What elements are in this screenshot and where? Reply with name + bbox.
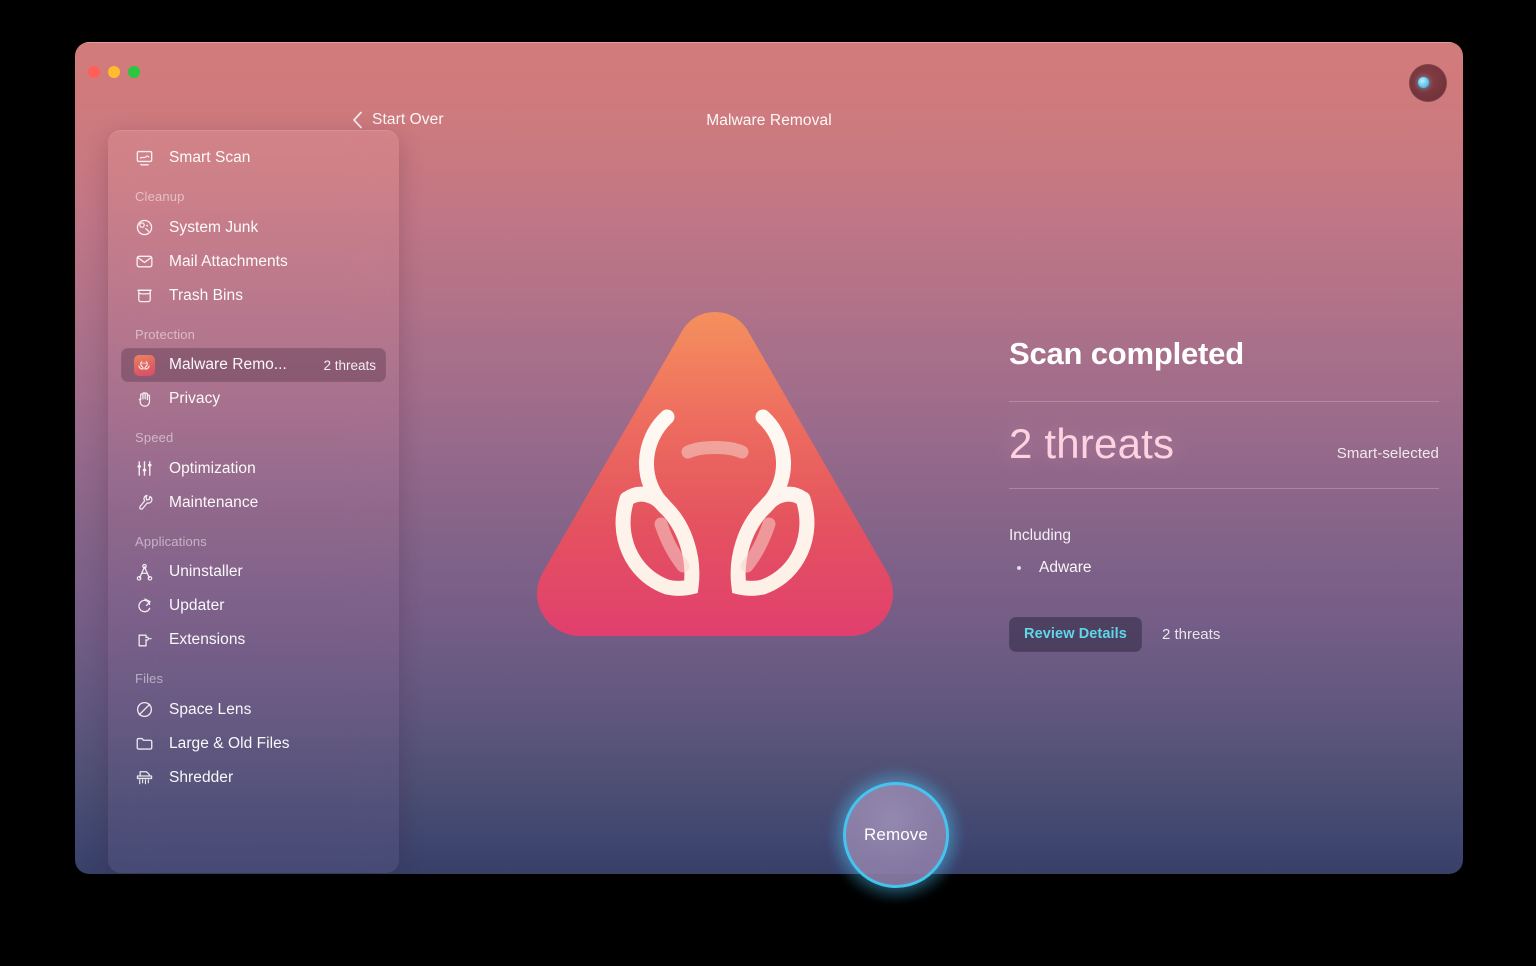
sidebar-item-large-and-old-files[interactable]: Large & Old Files [121,727,386,761]
remove-button[interactable]: Remove [843,782,949,888]
sidebar-item-privacy[interactable]: Privacy [121,382,386,416]
scan-status-title: Scan completed [1009,336,1244,371]
sidebar-group-files-label: Files [135,671,164,687]
review-details-button[interactable]: Review Details [1009,617,1142,653]
sidebar-item-label: Malware Remo... [169,356,287,374]
sidebar-item-label: Updater [169,597,225,615]
extensions-puzzle-icon [133,629,155,651]
space-lens-icon [133,699,155,721]
including-label: Including [1009,527,1072,545]
optimization-sliders-icon [133,458,155,480]
shredder-icon [133,767,155,789]
sidebar-item-label: System Junk [169,218,259,236]
mail-attachments-icon [133,251,155,273]
sidebar-item-updater[interactable]: Updater [121,589,386,623]
sidebar-item-uninstaller[interactable]: Uninstaller [121,555,386,589]
sidebar-item-label: Trash Bins [169,286,244,304]
uninstaller-icon [133,561,155,583]
threat-summary-row: 2 threats Smart-selected [1009,402,1439,488]
sidebar-group-protection-label: Protection [135,326,196,342]
close-window-button[interactable] [88,66,100,78]
sidebar-item-smart-scan[interactable]: Smart Scan [121,141,386,175]
threat-count: 2 threats [1009,420,1175,468]
biohazard-icon [133,354,155,376]
sidebar-item-trash-bins[interactable]: Trash Bins [121,279,386,313]
scan-result-panel: Scan completed 2 threats Smart-selected … [1009,336,1439,653]
system-junk-icon [133,217,155,239]
trash-bins-icon [133,285,155,307]
account-avatar-icon[interactable] [1409,64,1447,102]
sidebar-item-label: Mail Attachments [169,252,288,270]
sidebar-item-system-junk[interactable]: System Junk [121,211,386,245]
titlebar: Start Over Malware Removal [75,42,1463,129]
sidebar-item-label: Large & Old Files [169,734,290,752]
sidebar-item-label: Extensions [169,631,246,649]
sidebar-item-badge: 2 threats [323,357,376,373]
sidebar-item-space-lens[interactable]: Space Lens [121,693,386,727]
selection-mode-label: Smart-selected [1336,445,1439,463]
maximize-window-button[interactable] [128,66,140,78]
list-item: • Adware [1009,559,1439,577]
window-controls [88,66,140,78]
including-list: • Adware [1009,559,1439,577]
details-threat-count: 2 threats [1161,626,1221,644]
sidebar-item-label: Maintenance [169,493,259,511]
sidebar-item-label: Optimization [169,459,256,477]
account-status-dot [1418,77,1429,88]
sidebar-item-label: Smart Scan [169,149,251,166]
sidebar-item-label: Privacy [169,390,221,408]
sidebar-item-extensions[interactable]: Extensions [121,623,386,657]
smart-scan-icon [133,147,155,169]
app-window: Start Over Malware Removal Smart Scan Cl… [75,42,1463,874]
minimize-window-button[interactable] [108,66,120,78]
folder-icon [133,733,155,755]
sidebar-group-applications-label: Applications [135,533,207,549]
sidebar-group-speed-label: Speed [135,430,174,446]
remove-action-wrapper: Remove [827,766,965,904]
updater-refresh-icon [133,595,155,617]
divider-bottom [1009,488,1439,490]
sidebar-item-label: Uninstaller [169,563,243,581]
sidebar: Smart Scan Cleanup System Junk Mail Atta… [108,130,399,873]
maintenance-wrench-icon [133,492,155,514]
sidebar-item-optimization[interactable]: Optimization [121,452,386,486]
sidebar-item-malware-removal[interactable]: Malware Remo... 2 threats [121,348,386,383]
details-row: Review Details 2 threats [1009,617,1439,653]
sidebar-item-mail-attachments[interactable]: Mail Attachments [121,245,386,279]
sidebar-group-cleanup-label: Cleanup [135,189,185,204]
sidebar-item-maintenance[interactable]: Maintenance [121,486,386,520]
list-item-label: Adware [1039,559,1092,577]
biohazard-badge-icon [133,354,155,376]
screen: Start Over Malware Removal Smart Scan Cl… [0,0,1536,966]
biohazard-warning-triangle-icon [515,294,915,674]
sidebar-item-label: Space Lens [169,700,252,718]
privacy-hand-icon [133,388,155,410]
sidebar-item-shredder[interactable]: Shredder [121,761,386,795]
content-area: Scan completed 2 threats Smart-selected … [399,122,1463,874]
bullet-icon: • [1016,559,1022,577]
sidebar-item-label: Shredder [169,768,234,786]
